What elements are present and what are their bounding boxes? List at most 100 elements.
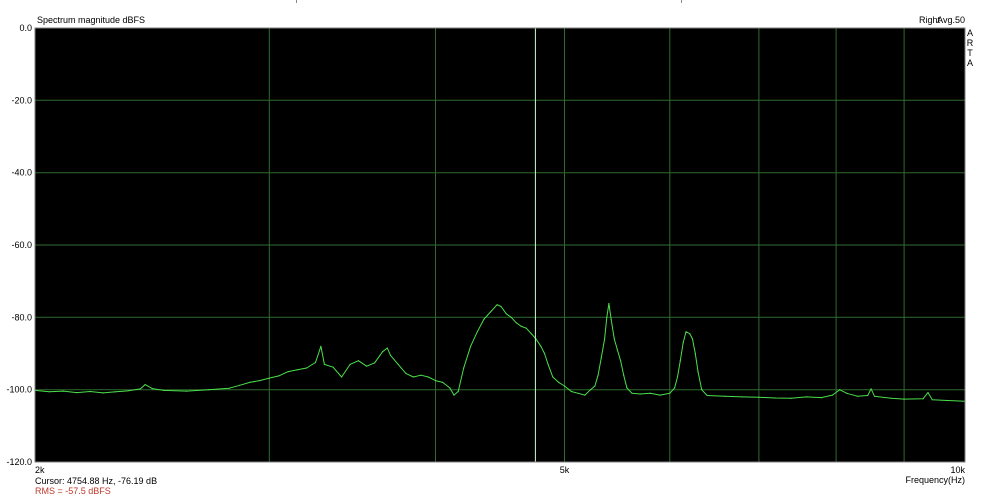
trace-point	[483, 318, 485, 320]
trace-point	[239, 384, 241, 386]
trace-point	[839, 389, 841, 391]
trace-point	[530, 333, 532, 335]
trace-point	[594, 385, 596, 387]
trace-point	[649, 392, 651, 394]
spectrum-chart: 0.0 -20.0 -40.0 -60.0 -80.0 -100.0 -120.02k 5k 1…	[6, 15, 974, 485]
trace-point	[691, 338, 694, 340]
x-tick-label: 2k	[35, 465, 45, 475]
y-tick-label: 0.0	[19, 23, 32, 33]
trace-point	[520, 325, 522, 327]
averaging-label: Avg.50	[937, 15, 965, 25]
trace-point	[374, 362, 376, 364]
trace-point	[685, 331, 687, 333]
x-axis-title: Frequency(Hz)	[905, 475, 965, 485]
trace-point	[758, 396, 760, 398]
trace-point	[434, 380, 437, 382]
trace-point	[608, 303, 610, 305]
trace-point	[287, 371, 289, 373]
trace-point	[870, 388, 872, 390]
trace-point	[76, 392, 78, 394]
trace-point	[694, 352, 696, 355]
trace-point	[600, 356, 603, 358]
trace-point	[476, 331, 478, 333]
trace-point	[669, 392, 671, 394]
trace-point	[927, 392, 929, 394]
trace-point	[674, 387, 676, 389]
trace-point	[867, 394, 869, 397]
trace-point	[931, 399, 933, 401]
trace-point	[505, 313, 507, 315]
trace-point	[525, 327, 527, 329]
y-tick-label: -100.0	[6, 385, 32, 395]
trace-point	[856, 395, 858, 397]
trace-point	[846, 392, 848, 394]
brand-letter: T	[967, 48, 973, 58]
trace-point	[577, 392, 579, 394]
trace-point	[946, 399, 949, 402]
trace-point	[207, 389, 209, 391]
trace-point	[259, 380, 261, 382]
trace-point	[296, 369, 299, 371]
trace-point	[186, 390, 188, 392]
trace-point	[268, 377, 270, 379]
trace-point	[676, 376, 679, 378]
trace-point	[382, 351, 384, 353]
trace-point	[623, 374, 625, 376]
trace-point	[449, 387, 451, 389]
trace-point	[724, 395, 726, 397]
y-tick-label: -120.0	[6, 457, 32, 467]
trace-point	[457, 390, 459, 393]
x-tick-label: 5k	[560, 465, 570, 475]
trace-point	[453, 394, 455, 396]
trace-point	[631, 392, 633, 394]
trace-point	[890, 397, 892, 399]
y-tick-label: -20.0	[11, 95, 32, 105]
trace-point	[48, 391, 50, 393]
trace-point	[563, 385, 566, 387]
rms-readout: RMS = -57.5 dBFS	[35, 486, 111, 496]
cursor-readout: Cursor: 4754.88 Hz, -76.19 dB	[35, 476, 158, 486]
trace-point	[626, 387, 628, 389]
trace-point	[790, 397, 792, 399]
trace-point	[613, 338, 615, 340]
trace-point	[306, 367, 308, 369]
trace-point	[470, 345, 472, 347]
trace-point	[366, 365, 368, 367]
trace-point	[741, 396, 743, 398]
trace-point	[397, 363, 399, 365]
trace-point	[490, 311, 492, 313]
y-tick-label: -40.0	[11, 168, 32, 178]
chart-title: Spectrum magnitude dBFS	[37, 15, 145, 25]
brand-letter: R	[967, 38, 974, 48]
trace-point	[442, 381, 444, 383]
trace-point	[616, 349, 619, 351]
trace-point	[386, 347, 388, 349]
trace-point	[589, 389, 592, 391]
trace-point	[389, 354, 392, 356]
trace-point	[515, 322, 517, 324]
trace-point	[697, 371, 699, 373]
trace-point	[139, 388, 141, 390]
trace-point	[62, 390, 64, 392]
trace-point	[805, 396, 808, 398]
trace-point	[774, 397, 776, 399]
trace-point	[249, 381, 251, 383]
trace-point	[163, 389, 165, 391]
trace-point	[341, 376, 343, 378]
trace-point	[701, 389, 703, 391]
trace-point	[151, 388, 153, 390]
trace-point	[659, 394, 661, 396]
trace-point	[682, 342, 684, 344]
trace-point	[820, 397, 823, 399]
brand-letter: A	[967, 28, 973, 38]
trace-point	[552, 376, 554, 378]
trace-point	[412, 376, 414, 378]
trace-point	[228, 387, 230, 389]
trace-point	[604, 338, 606, 340]
trace-point	[543, 352, 546, 355]
trace-point	[873, 395, 876, 397]
y-tick-label: -60.0	[11, 240, 32, 250]
trace-point	[706, 394, 708, 397]
trace-point	[102, 392, 104, 394]
trace-point	[679, 360, 681, 362]
